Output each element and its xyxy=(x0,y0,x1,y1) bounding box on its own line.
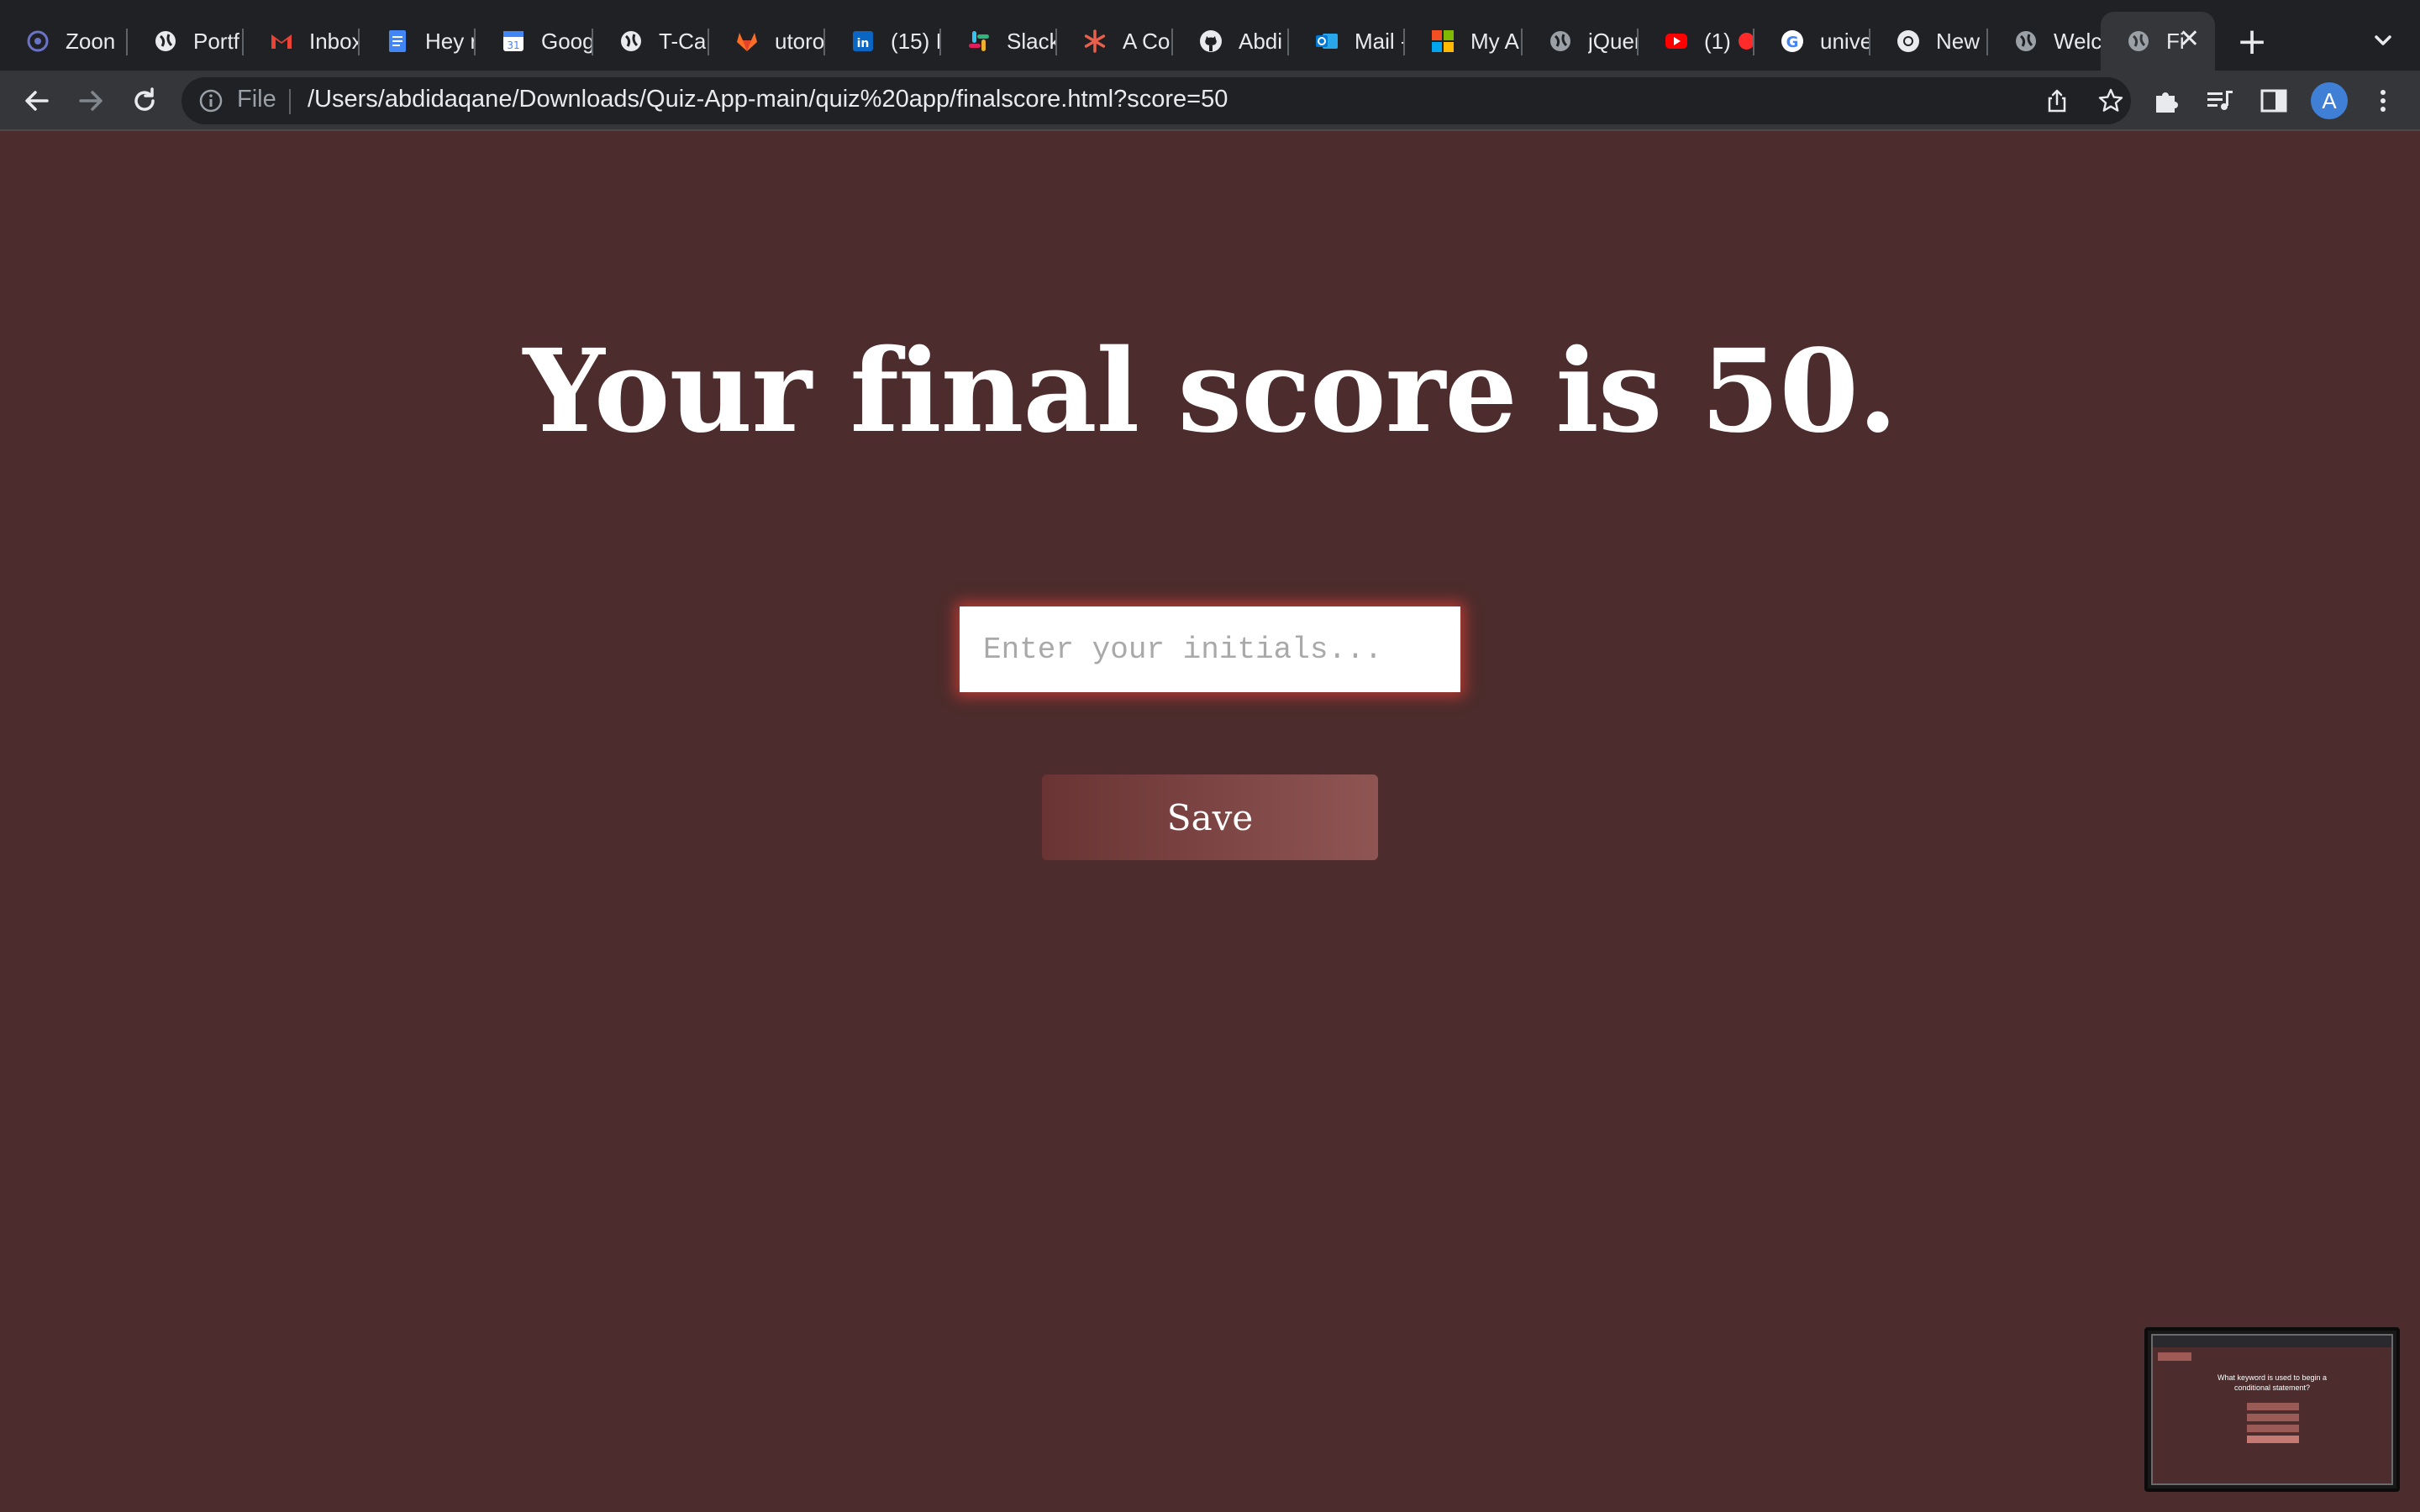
tab-portfolio[interactable]: Portf xyxy=(128,12,244,71)
tab-outlook[interactable]: Mail - xyxy=(1289,12,1405,71)
globe-icon xyxy=(2126,29,2151,54)
youtube-icon xyxy=(1664,29,1689,54)
google-icon: G xyxy=(1780,29,1805,54)
final-score-heading: Your final score is 50. xyxy=(523,324,1898,459)
thumbnail-option xyxy=(2247,1414,2299,1421)
calendar-icon: 31 xyxy=(501,29,526,54)
browser-toolbar: File /Users/abdidaqane/Downloads/Quiz-Ap… xyxy=(0,71,2420,131)
thumbnail-option xyxy=(2247,1425,2299,1432)
tab-google[interactable]: G unive xyxy=(1754,12,1870,71)
tab-gitlab[interactable]: utoro xyxy=(709,12,825,71)
tab-label: Zoon xyxy=(66,28,116,54)
tab-label: Welc xyxy=(2054,28,2101,54)
screenshot-thumbnail[interactable]: What keyword is used to begin a conditio… xyxy=(2144,1327,2400,1492)
thumbnail-option xyxy=(2247,1436,2299,1443)
svg-text:in: in xyxy=(857,37,870,50)
github-icon xyxy=(1198,29,1223,54)
tab-label: Slack xyxy=(1007,28,1057,54)
tab-linkedin[interactable]: in (15) I xyxy=(825,12,941,71)
tab-label: (15) I xyxy=(891,28,941,54)
gitlab-icon xyxy=(734,29,760,54)
tab-slack[interactable]: Slack xyxy=(941,12,1057,71)
tab-welcome[interactable]: Welc xyxy=(1988,12,2101,71)
tab-label: Hey r xyxy=(425,28,476,54)
microsoft-icon xyxy=(1430,29,1455,54)
globe-icon xyxy=(2013,29,2039,54)
media-queue-icon[interactable] xyxy=(2205,86,2235,116)
tab-label: New xyxy=(1936,28,1981,54)
docs-icon xyxy=(385,29,410,54)
url-text[interactable]: /Users/abdidaqane/Downloads/Quiz-App-mai… xyxy=(308,86,1228,113)
tab-label: jQuer xyxy=(1588,28,1639,54)
tab-microsoft[interactable]: My A xyxy=(1405,12,1523,71)
save-button[interactable]: Save xyxy=(1042,774,1378,860)
asterisk-icon xyxy=(1082,29,1107,54)
reload-button[interactable] xyxy=(128,84,161,118)
forward-button[interactable] xyxy=(74,84,108,118)
tab-label: T-Ca xyxy=(659,28,707,54)
globe-icon xyxy=(618,29,644,54)
tab-calendar[interactable]: 31 Goog xyxy=(476,12,593,71)
bookmark-star-icon[interactable] xyxy=(2097,87,2124,114)
tab-tca[interactable]: T-Ca xyxy=(593,12,709,71)
side-panel-icon[interactable] xyxy=(2259,86,2289,116)
arrow-right-icon xyxy=(79,91,103,111)
page-content: Your final score is 50. Save xyxy=(0,133,2420,1512)
tab-label: Goog xyxy=(541,28,593,54)
tab-asterisk[interactable]: A Co xyxy=(1057,12,1173,71)
thumbnail-question: What keyword is used to begin a conditio… xyxy=(2217,1373,2328,1392)
linkedin-icon: in xyxy=(850,29,876,54)
tab-jquery[interactable]: jQuer xyxy=(1523,12,1639,71)
globe-icon xyxy=(1548,29,1573,54)
initials-input[interactable] xyxy=(960,606,1460,692)
extensions-puzzle-icon[interactable] xyxy=(2151,86,2181,116)
svg-text:31: 31 xyxy=(507,39,519,51)
tab-final-score[interactable]: Fi ✕ xyxy=(2101,12,2215,71)
reload-icon xyxy=(134,87,155,111)
tab-label: unive xyxy=(1820,28,1870,54)
tab-label: Abdi xyxy=(1239,28,1283,54)
thumbnail-option xyxy=(2247,1403,2299,1410)
new-tab-button[interactable]: + xyxy=(2235,18,2269,66)
back-button[interactable] xyxy=(20,84,54,118)
omnibox-divider xyxy=(289,89,291,114)
tab-label: A Co xyxy=(1123,28,1171,54)
info-icon[interactable] xyxy=(198,88,224,113)
thumbnail-screen: What keyword is used to begin a conditio… xyxy=(2151,1334,2393,1485)
thumbnail-badge xyxy=(2158,1352,2191,1361)
profile-avatar[interactable]: A xyxy=(2311,82,2348,119)
svg-text:G: G xyxy=(1786,34,1799,51)
kebab-menu-icon[interactable] xyxy=(2368,86,2398,116)
tab-label: Portf xyxy=(193,28,239,54)
slack-icon xyxy=(966,29,992,54)
tab-label: My A xyxy=(1470,28,1519,54)
gmail-icon xyxy=(269,29,294,54)
scheme-label: File xyxy=(237,86,276,113)
arrow-left-icon xyxy=(25,91,49,111)
tab-label: Inbox xyxy=(309,28,360,54)
tab-label: utoro xyxy=(775,28,825,54)
chrome-icon xyxy=(1896,29,1921,54)
tab-youtube[interactable]: (1) xyxy=(1639,12,1754,71)
tab-strip: Zoon Portf Inbox Hey r 31 Goog T-Ca utor… xyxy=(0,0,2420,71)
thumbnail-chrome xyxy=(2153,1336,2391,1347)
tab-label: Mail - xyxy=(1355,28,1405,54)
tab-inbox[interactable]: Inbox xyxy=(244,12,360,71)
tab-new[interactable]: New xyxy=(1870,12,1988,71)
globe-icon xyxy=(153,29,178,54)
tab-docs[interactable]: Hey r xyxy=(360,12,476,71)
chevron-down-icon[interactable] xyxy=(2366,24,2400,57)
close-tab-icon[interactable]: ✕ xyxy=(2179,27,2200,52)
tab-zoom[interactable]: Zoon xyxy=(0,12,128,71)
share-icon[interactable] xyxy=(2044,87,2070,114)
tab-label: (1) xyxy=(1704,28,1730,54)
address-bar[interactable]: File /Users/abdidaqane/Downloads/Quiz-Ap… xyxy=(182,77,2131,124)
tab-github[interactable]: Abdi xyxy=(1173,12,1289,71)
zoom-icon xyxy=(25,29,50,54)
outlook-icon xyxy=(1314,29,1339,54)
